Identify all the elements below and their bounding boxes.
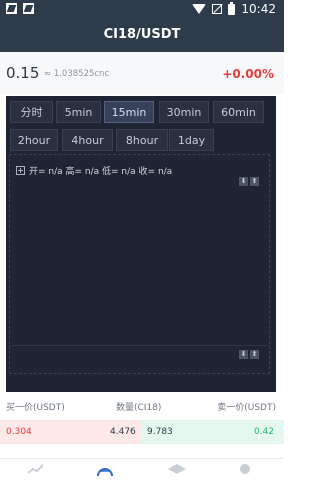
page-title: CI18/USDT (0, 18, 284, 52)
orderbook-row: 0.304 4.476 9.783 0.42 (0, 420, 284, 444)
main-chart-controls: ⬇ ⬆ (239, 177, 259, 186)
tab-timeshare[interactable]: 分时 (10, 101, 53, 123)
chart-divider (9, 345, 270, 346)
expand-icon[interactable] (16, 166, 25, 175)
tab-8hour[interactable]: 8hour (116, 129, 168, 151)
orderbook-header: 买一价(USDT) 数量(CI18) 卖一价(USDT) (0, 400, 284, 414)
arrow-down-icon[interactable]: ⬇ (239, 350, 248, 359)
tab-5min[interactable]: 5min (56, 101, 101, 123)
ask-price: 0.42 (253, 427, 274, 437)
tab-30min[interactable]: 30min (159, 101, 209, 123)
bid-header: 买一价(USDT) (6, 403, 65, 413)
arrow-down-icon[interactable]: ⬇ (239, 177, 248, 186)
arrow-up-icon[interactable]: ⬆ (250, 177, 259, 186)
arrow-up-icon[interactable]: ⬆ (250, 350, 259, 359)
battery-icon (228, 1, 236, 15)
clock: 10:42 (241, 2, 276, 16)
bid-qty: 4.476 (110, 427, 136, 437)
stack-icon[interactable] (168, 464, 186, 476)
qty-header: 数量(CI18) (116, 403, 162, 413)
chart-line-icon[interactable] (28, 464, 44, 474)
approx-price: ≈ 1.038525cnc (44, 69, 110, 79)
bottom-nav (0, 458, 284, 480)
notification-icon (6, 3, 17, 14)
ask-qty: 9.783 (147, 427, 173, 437)
profile-icon[interactable] (240, 464, 250, 474)
trade-icon[interactable] (96, 464, 114, 476)
ohlc-readout: 开= n/a 高= n/a 低= n/a 收= n/a (16, 164, 172, 177)
last-price: 0.15 (6, 64, 40, 82)
ohlc-text: 开= n/a 高= n/a 低= n/a 收= n/a (29, 167, 173, 177)
notification-icon (23, 3, 34, 14)
tab-4hour[interactable]: 4hour (62, 129, 113, 151)
wifi-icon (192, 4, 207, 14)
tab-2hour[interactable]: 2hour (10, 129, 58, 151)
price-change: +0.00% (222, 67, 274, 81)
tab-60min[interactable]: 60min (213, 101, 264, 123)
status-bar: 10:42 (0, 0, 284, 18)
bid-price: 0.304 (6, 427, 32, 437)
tab-15min[interactable]: 15min (104, 101, 154, 123)
no-signal-icon (212, 4, 223, 14)
sub-chart-controls: ⬇ ⬆ (239, 350, 259, 359)
kline-chart[interactable] (9, 154, 270, 374)
price-summary: 0.15 ≈ 1.038525cnc +0.00% (0, 52, 284, 94)
ask-header: 卖一价(USDT) (217, 403, 276, 413)
chart-panel: 分时 5min 15min 30min 60min 2hour 4hour 8h… (6, 96, 276, 392)
tab-1day[interactable]: 1day (169, 129, 214, 151)
